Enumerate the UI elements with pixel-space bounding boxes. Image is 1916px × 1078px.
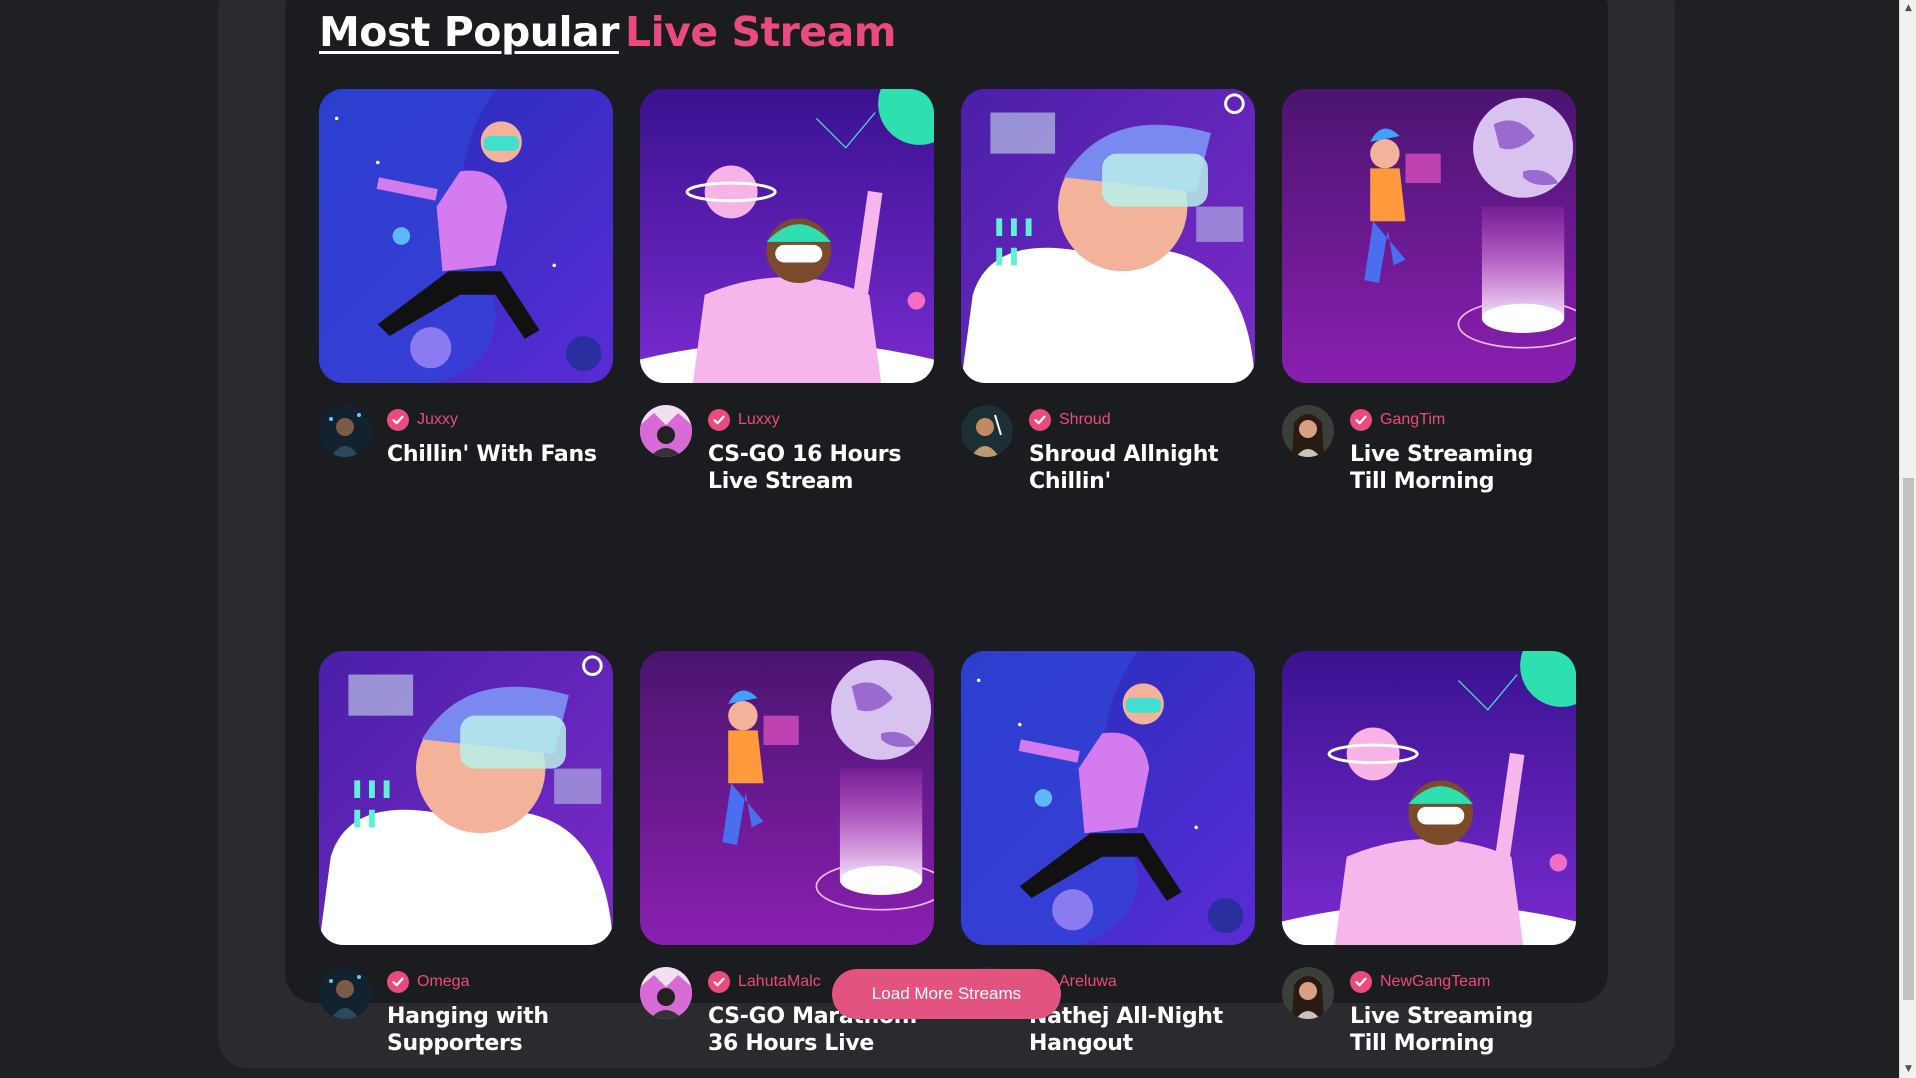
stream-card[interactable]: NewGangTeam Live Streaming Till Morning	[1282, 651, 1576, 1067]
verified-check-icon	[1350, 971, 1372, 993]
stream-thumbnail[interactable]	[319, 651, 613, 945]
stream-title[interactable]: Chillin' With Fans	[387, 441, 613, 468]
section-heading: Most Popular Live Stream	[319, 8, 896, 56]
stream-meta: Luxxy CS-GO 16 Hours Live Stream	[640, 405, 934, 505]
verified-check-icon	[1029, 409, 1051, 431]
channel-row: LahutaMalc	[708, 971, 821, 993]
stream-card[interactable]: Omega Hanging with Supporters	[319, 651, 613, 1067]
verified-check-icon	[387, 409, 409, 431]
stream-title[interactable]: Shroud Allnight Chillin'	[1029, 441, 1255, 495]
stream-thumbnail[interactable]	[1282, 89, 1576, 383]
streamer-avatar[interactable]	[640, 405, 692, 457]
verified-check-icon	[1350, 409, 1372, 431]
channel-row: Shroud	[1029, 409, 1111, 431]
vertical-scrollbar[interactable]: ▲ ▼	[1899, 0, 1916, 1078]
scroll-thumb[interactable]	[1903, 478, 1914, 1000]
heading-part-1: Most Popular	[319, 8, 619, 56]
stream-thumbnail[interactable]	[640, 651, 934, 945]
streamer-avatar[interactable]	[319, 967, 371, 1019]
verified-check-icon	[708, 971, 730, 993]
stream-meta: GangTim Live Streaming Till Morning	[1282, 405, 1576, 505]
stream-thumbnail[interactable]	[319, 89, 613, 383]
stream-card[interactable]: Juxxy Chillin' With Fans	[319, 89, 613, 505]
stream-title[interactable]: Live Streaming Till Morning	[1350, 1003, 1576, 1057]
stream-title[interactable]: Live Streaming Till Morning	[1350, 441, 1576, 495]
channel-name[interactable]: Areluwa	[1059, 973, 1117, 991]
stream-grid: Juxxy Chillin' With Fans Luxxy CS-GO 16 …	[319, 89, 1576, 1067]
channel-row: NewGangTeam	[1350, 971, 1490, 993]
stream-title[interactable]: Hanging with Supporters	[387, 1003, 613, 1057]
channel-name[interactable]: Omega	[417, 973, 469, 991]
stream-card[interactable]: Luxxy CS-GO 16 Hours Live Stream	[640, 89, 934, 505]
channel-row: Juxxy	[387, 409, 458, 431]
scroll-up-arrow-icon[interactable]: ▲	[1900, 0, 1916, 17]
streamer-avatar[interactable]	[1282, 967, 1334, 1019]
streamer-avatar[interactable]	[319, 405, 371, 457]
heading-part-2: Live Stream	[624, 8, 897, 56]
channel-name[interactable]: GangTim	[1380, 411, 1445, 429]
channel-row: Omega	[387, 971, 469, 993]
stream-thumbnail[interactable]	[961, 651, 1255, 945]
streamer-avatar[interactable]	[640, 967, 692, 1019]
channel-name[interactable]: Juxxy	[417, 411, 458, 429]
streamer-avatar[interactable]	[1282, 405, 1334, 457]
stream-meta: Omega Hanging with Supporters	[319, 967, 613, 1067]
verified-check-icon	[387, 971, 409, 993]
stream-meta: Juxxy Chillin' With Fans	[319, 405, 613, 505]
streamer-avatar[interactable]	[961, 405, 1013, 457]
stream-card[interactable]: GangTim Live Streaming Till Morning	[1282, 89, 1576, 505]
stream-thumbnail[interactable]	[640, 89, 934, 383]
channel-name[interactable]: LahutaMalc	[738, 973, 821, 991]
scroll-down-arrow-icon[interactable]: ▼	[1900, 1061, 1916, 1078]
channel-row: GangTim	[1350, 409, 1445, 431]
channel-row: Luxxy	[708, 409, 780, 431]
stream-thumbnail[interactable]	[1282, 651, 1576, 945]
load-more-button[interactable]: Load More Streams	[832, 969, 1061, 1019]
stream-title[interactable]: CS-GO 16 Hours Live Stream	[708, 441, 934, 495]
channel-name[interactable]: Luxxy	[738, 411, 780, 429]
stream-meta: Shroud Shroud Allnight Chillin'	[961, 405, 1255, 505]
stream-thumbnail[interactable]	[961, 89, 1255, 383]
stream-title[interactable]: Nathej All-Night Hangout	[1029, 1003, 1255, 1057]
stream-meta: NewGangTeam Live Streaming Till Morning	[1282, 967, 1576, 1067]
verified-check-icon	[708, 409, 730, 431]
channel-name[interactable]: Shroud	[1059, 411, 1111, 429]
stream-card[interactable]: Shroud Shroud Allnight Chillin'	[961, 89, 1255, 505]
channel-name[interactable]: NewGangTeam	[1380, 973, 1490, 991]
